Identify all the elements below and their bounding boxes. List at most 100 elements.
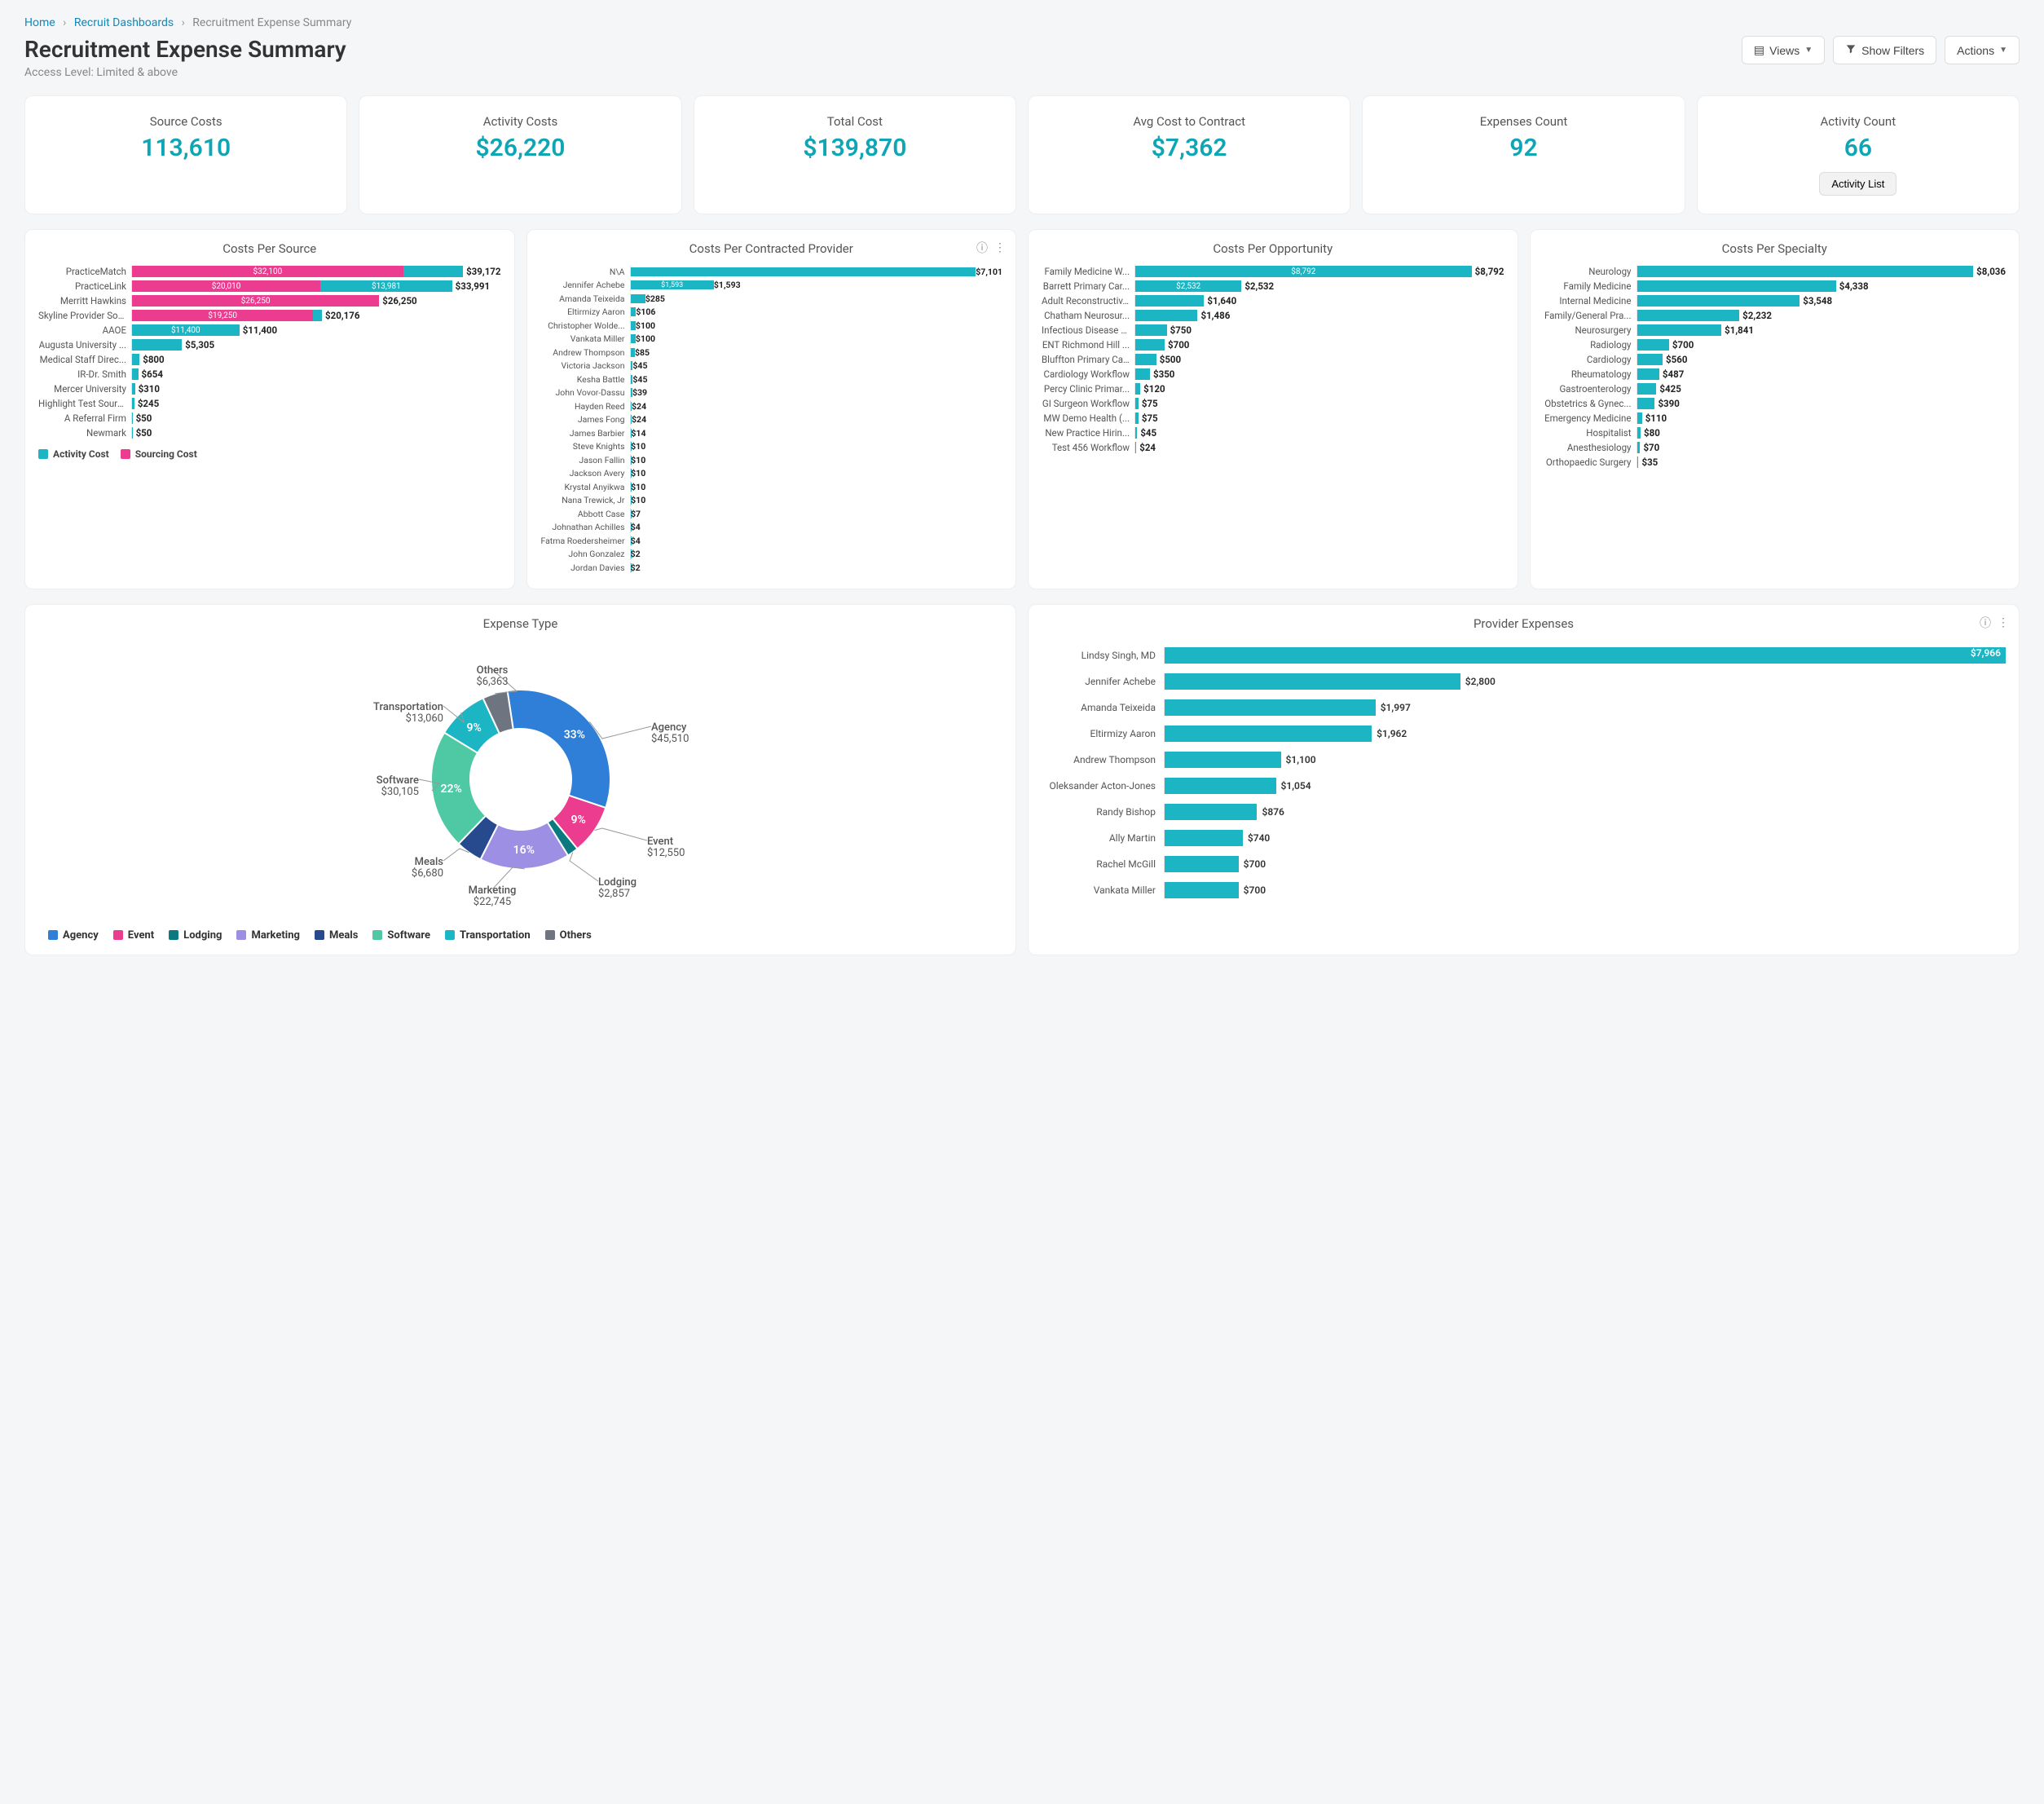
bar-row[interactable]: Jennifer Achebe $2,800 [1042, 673, 2006, 690]
bar-row[interactable]: Emergency Medicine $110 [1544, 412, 2007, 424]
bar-row[interactable]: Steve Knights $10 [540, 441, 1003, 452]
bar-row[interactable]: ENT Richmond Hill ... $700 [1042, 339, 1504, 351]
bar-row[interactable]: Augusta University ...$5,305 [38, 339, 501, 351]
show-filters-button[interactable]: Show Filters [1833, 36, 1936, 64]
legend-activity-cost[interactable]: Activity Cost [38, 448, 109, 460]
bar-row[interactable]: Johnathan Achilles $4 [540, 522, 1003, 533]
bar-row[interactable]: Nana Trewick, Jr $10 [540, 495, 1003, 506]
views-button[interactable]: ▤ Views▼ [1742, 36, 1825, 64]
legend-agency[interactable]: Agency [48, 929, 99, 942]
bar-row[interactable]: James Fong $24 [540, 414, 1003, 426]
bar-row[interactable]: Hayden Reed $24 [540, 400, 1003, 412]
bar-row[interactable]: James Barbier $14 [540, 427, 1003, 439]
bar-row[interactable]: Cardiology Workflow $350 [1042, 368, 1504, 380]
bar-row[interactable]: Newmark$50 [38, 427, 501, 439]
bar-row[interactable]: Hospitalist $80 [1544, 427, 2007, 439]
bar-row[interactable]: Radiology $700 [1544, 339, 2007, 351]
bar-row[interactable]: Merritt Hawkins$26,250$26,250 [38, 295, 501, 307]
activity-list-button[interactable]: Activity List [1819, 172, 1896, 196]
kebab-icon[interactable]: ⋮ [1998, 616, 2009, 629]
kpi-value: 66 [1707, 134, 2009, 162]
bar-row[interactable]: Eltirmizy Aaron $106 [540, 307, 1003, 318]
bar-row[interactable]: Amanda Teixeida $1,997 [1042, 699, 2006, 716]
bar-row[interactable]: Internal Medicine $3,548 [1544, 295, 2007, 307]
bar-row[interactable]: New Practice Hirin... $45 [1042, 427, 1504, 439]
legend-transportation[interactable]: Transportation [445, 929, 531, 942]
bar-row[interactable]: Christopher Wolde... $100 [540, 320, 1003, 331]
bar-row[interactable]: Rheumatology $487 [1544, 368, 2007, 380]
bar-row[interactable]: Rachel McGill $700 [1042, 856, 2006, 872]
bar-row[interactable]: Vankata Miller $100 [540, 333, 1003, 345]
bar-row[interactable]: Krystal Anyikwa $10 [540, 481, 1003, 492]
bar-row[interactable]: MW Demo Health (... $75 [1042, 412, 1504, 424]
bar-row[interactable]: Cardiology $560 [1544, 354, 2007, 365]
bar-row[interactable]: Oleksander Acton-Jones $1,054 [1042, 778, 2006, 794]
bar-row[interactable]: AAOE$11,400$11,400 [38, 324, 501, 336]
legend-others[interactable]: Others [545, 929, 592, 942]
bar-row[interactable]: Obstetrics & Gynec... $390 [1544, 398, 2007, 409]
svg-text:Agency$45,510: Agency$45,510 [651, 721, 689, 745]
breadcrumb-home[interactable]: Home [24, 16, 55, 29]
bar-row[interactable]: Gastroenterology $425 [1544, 383, 2007, 395]
bar-row[interactable]: Lindsy Singh, MD $7,966 [1042, 647, 2006, 664]
breadcrumb-dashboards[interactable]: Recruit Dashboards [74, 16, 174, 29]
kpi-card: Source Costs 113,610 [24, 95, 347, 214]
bar-row[interactable]: Fatma Roedersheimer $4 [540, 535, 1003, 546]
bar-row[interactable]: GI Surgeon Workflow $75 [1042, 398, 1504, 409]
bar-row[interactable]: Vankata Miller $700 [1042, 882, 2006, 898]
info-icon[interactable]: ⓘ [1980, 615, 1991, 631]
bar-row[interactable]: Randy Bishop $876 [1042, 804, 2006, 820]
bar-row[interactable]: PracticeLink$20,010$13,981$33,991 [38, 280, 501, 292]
bar-row[interactable]: Test 456 Workflow $24 [1042, 442, 1504, 453]
legend-lodging[interactable]: Lodging [169, 929, 222, 942]
pie-slice-agency[interactable] [507, 690, 610, 808]
bar-row[interactable]: Family Medicine $4,338 [1544, 280, 2007, 292]
bar-row[interactable]: Infectious Disease S... $750 [1042, 324, 1504, 336]
bar-row[interactable]: Anesthesiology $70 [1544, 442, 2007, 453]
bar-row[interactable]: Barrett Primary Car... $2,532 $2,532 [1042, 280, 1504, 292]
bar-row[interactable]: N\A $7,101 [540, 266, 1003, 277]
kpi-card: Expenses Count 92 [1362, 95, 1685, 214]
bar-row[interactable]: Skyline Provider Sol...$19,250$20,176 [38, 310, 501, 321]
bar-row[interactable]: Mercer University$310 [38, 383, 501, 395]
bar-row[interactable]: John Vovor-Dassu $39 [540, 387, 1003, 399]
bar-row[interactable]: IR-Dr. Smith$654 [38, 368, 501, 380]
bar-row[interactable]: A Referral Firm$50 [38, 412, 501, 424]
bar-row[interactable]: John Gonzalez $2 [540, 549, 1003, 560]
bar-row[interactable]: Victoria Jackson $45 [540, 360, 1003, 372]
bar-row[interactable]: Family Medicine W... $8,792 $8,792 [1042, 266, 1504, 277]
bar-row[interactable]: Medical Staff Direc...$800 [38, 354, 501, 365]
legend-event[interactable]: Event [113, 929, 154, 942]
bar-row[interactable]: Jordan Davies $2 [540, 562, 1003, 573]
legend-software[interactable]: Software [372, 929, 430, 942]
legend-meals[interactable]: Meals [315, 929, 358, 942]
bar-row[interactable]: Jackson Avery $10 [540, 468, 1003, 479]
legend-marketing[interactable]: Marketing [236, 929, 300, 942]
bar-row[interactable]: Abbott Case $7 [540, 508, 1003, 519]
bar-row[interactable]: Amanda Teixeida $285 [540, 293, 1003, 304]
bar-row[interactable]: Neurology $8,036 [1544, 266, 2007, 277]
bar-row[interactable]: Percy Clinic Primar... $120 [1042, 383, 1504, 395]
bar-row[interactable]: Kesha Battle $45 [540, 373, 1003, 385]
bar-row[interactable]: Orthopaedic Surgery $35 [1544, 457, 2007, 468]
bar-row[interactable]: Bluffton Primary Ca... $500 [1042, 354, 1504, 365]
bar-row[interactable]: PracticeMatch$32,100$39,172 [38, 266, 501, 277]
svg-text:33%: 33% [563, 728, 584, 741]
bar-row[interactable]: Andrew Thompson $85 [540, 346, 1003, 358]
bar-row[interactable]: Adult Reconstructiv... $1,640 [1042, 295, 1504, 307]
svg-text:Meals$6,680: Meals$6,680 [411, 856, 443, 880]
kebab-icon[interactable]: ⋮ [994, 241, 1006, 254]
bar-row[interactable]: Neurosurgery $1,841 [1544, 324, 2007, 336]
bar-row[interactable]: Jason Fallin $10 [540, 454, 1003, 465]
actions-button[interactable]: Actions▼ [1945, 36, 2020, 64]
bar-row[interactable]: Chatham Neurosur... $1,486 [1042, 310, 1504, 321]
bar-row[interactable]: Eltirmizy Aaron $1,962 [1042, 726, 2006, 742]
bar-row[interactable]: Highlight Test Source$245 [38, 398, 501, 409]
legend-sourcing-cost[interactable]: Sourcing Cost [121, 448, 197, 460]
bar-row[interactable]: Andrew Thompson $1,100 [1042, 752, 2006, 768]
bar-row[interactable]: Family/General Pra... $2,232 [1544, 310, 2007, 321]
svg-text:Transportation$13,060: Transportation$13,060 [373, 701, 443, 725]
bar-row[interactable]: Ally Martin $740 [1042, 830, 2006, 846]
bar-row[interactable]: Jennifer Achebe $1,593 $1,593 [540, 280, 1003, 291]
info-icon[interactable]: ⓘ [976, 240, 988, 256]
